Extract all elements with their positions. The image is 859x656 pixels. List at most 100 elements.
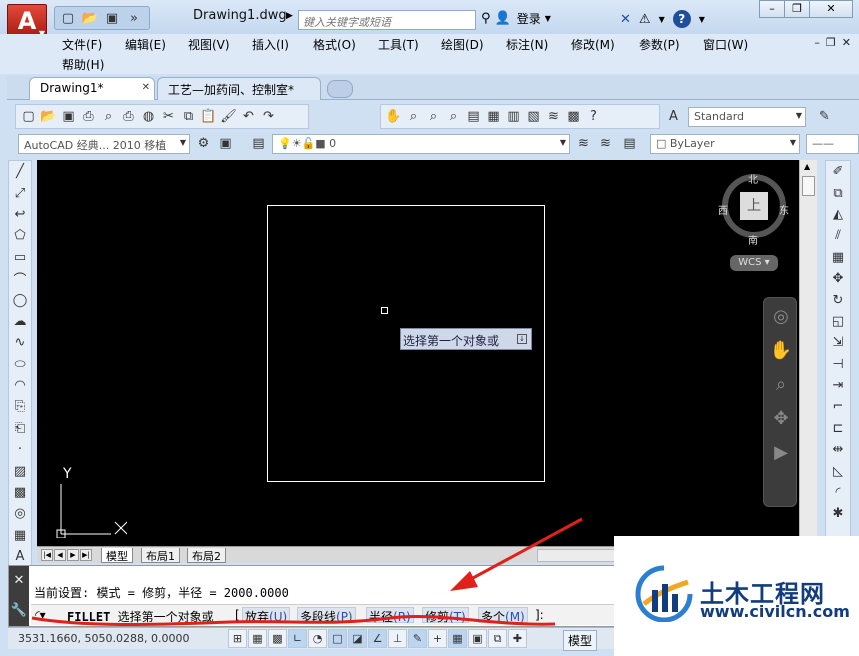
more-icon[interactable]: » [124,9,144,27]
drawing-canvas[interactable]: 选择第一个对象或 ↓ 上 北 南 西 东 WCS ▾ ◎ ✋ ⌕ ✥ ▶ Y [37,160,799,546]
lineweight-icon[interactable]: + [428,629,447,648]
open-icon[interactable]: 📂 [39,107,58,126]
command-icon[interactable]: ◜▾ [35,608,46,622]
menu-window[interactable]: 窗口(W) [703,36,748,53]
3d-osnap-icon[interactable]: ◪ [348,629,367,648]
first-layout-icon[interactable]: |◀ [41,549,53,561]
user-icon[interactable]: 👤 [495,11,511,26]
properties-icon[interactable]: ▤ [464,107,483,126]
fillet-icon[interactable]: ◜ [826,482,850,503]
join-icon[interactable]: ⇹ [826,439,850,460]
zoom-window-icon[interactable]: ⌕ [424,107,443,126]
doc-minimize-icon[interactable]: – [814,36,820,49]
3d-print-icon[interactable]: ◍ [139,107,158,126]
point-icon[interactable]: · [9,439,31,460]
steering-wheel-icon[interactable]: ◎ [766,302,796,332]
publish-icon[interactable]: ⎙ [119,107,138,126]
restore-button[interactable]: ❐ [784,0,810,18]
save-icon[interactable]: ▣ [59,107,78,126]
menu-modify[interactable]: 修改(M) [571,36,615,53]
save-icon[interactable]: ▣ [102,9,122,27]
workspace-save-icon[interactable]: ▣ [216,134,235,153]
workspace-select[interactable]: AutoCAD 经典... 2010 移植 ▼ [18,134,190,154]
infer-constraints-icon[interactable]: ⊞ [228,629,247,648]
compass-west[interactable]: 西 [718,202,728,217]
text-style-select[interactable]: Standard ▼ [688,107,806,127]
ellipse-icon[interactable]: ⬭ [9,354,31,375]
help-icon[interactable]: ? [584,107,603,126]
option-radius[interactable]: 半径(R) [366,607,414,624]
new-tab-button[interactable] [327,80,353,98]
doc-close-icon[interactable]: ✕ [842,36,851,49]
close-button[interactable]: ✕ [809,0,853,18]
otrack-icon[interactable]: ∠ [368,629,387,648]
insert-block-icon[interactable]: ⎘ [9,396,31,417]
wrench-icon[interactable]: 🔧 [9,596,29,626]
option-trim[interactable]: 修剪(T) [422,607,469,624]
close-icon[interactable]: ✕ [9,566,29,596]
polar-icon[interactable]: ◔ [308,629,327,648]
new-file-icon[interactable]: ▢ [58,9,78,27]
copy-object-icon[interactable]: ⧉ [826,182,850,203]
menu-dimension[interactable]: 标注(N) [506,36,548,53]
menu-file[interactable]: 文件(F) [62,36,102,53]
menu-tools[interactable]: 工具(T) [378,36,419,53]
extend-icon[interactable]: ⇥ [826,375,850,396]
sheet-set-icon[interactable]: ▧ [524,107,543,126]
offset-icon[interactable]: ⫽ [826,225,850,246]
hatch-icon[interactable]: ▨ [9,460,31,481]
compass-east[interactable]: 东 [779,202,789,217]
exchange-icon[interactable]: ✕ [620,12,631,27]
tool-palettes-icon[interactable]: ▥ [504,107,523,126]
minimize-button[interactable]: – [759,0,785,18]
layer-manager-icon[interactable]: ▤ [249,134,268,153]
linetype-select[interactable]: —— [806,134,859,154]
wcs-menu[interactable]: WCS ▾ [730,255,778,271]
osnap-icon[interactable]: □ [328,629,347,648]
polygon-icon[interactable]: ⬠ [9,225,31,246]
binoculars-icon[interactable]: ⚲ [481,11,491,26]
orbit-icon[interactable]: ✥ [766,404,796,434]
chevron-down-icon[interactable]: ▼ [699,15,705,24]
transparency-icon[interactable]: ▦ [448,629,467,648]
scale-icon[interactable]: ◱ [826,311,850,332]
arrow-down-icon[interactable]: ↓ [517,334,527,344]
undo-icon[interactable]: ↶ [239,107,258,126]
menu-insert[interactable]: 插入(I) [252,36,289,53]
circle-icon[interactable]: ◯ [9,289,31,310]
calculator-icon[interactable]: ▩ [564,107,583,126]
mirror-icon[interactable]: ◭ [826,204,850,225]
rotate-icon[interactable]: ↻ [826,289,850,310]
ellipse-arc-icon[interactable]: ◠ [9,375,31,396]
rectangle-icon[interactable]: ▭ [9,247,31,268]
command-input-line[interactable]: ◜▾ FILLET 选择第一个对象或 [ 放弃(U) 多段线(P) 半径(R) … [31,604,616,625]
break-icon[interactable]: ⊏ [826,418,850,439]
break-at-point-icon[interactable]: ⌐ [826,396,850,417]
zoom-icon[interactable]: ⌕ [766,370,796,400]
design-center-icon[interactable]: ▦ [484,107,503,126]
make-block-icon[interactable]: ⎗ [9,418,31,439]
make-current-layer-icon[interactable]: ≋ [574,134,593,153]
move-icon[interactable]: ✥ [826,268,850,289]
erase-icon[interactable]: ✐ [826,161,850,182]
viewcube-face[interactable]: 上 [740,192,768,220]
application-menu-button[interactable]: A ▼ [7,4,47,38]
ducs-icon[interactable]: ⊥ [388,629,407,648]
chevron-down-icon[interactable]: ▼ [659,15,665,24]
menu-format[interactable]: 格式(O) [313,36,356,53]
tab-process-drawing[interactable]: 工艺—加药间、控制室* [157,77,321,100]
spline-icon[interactable]: ∿ [9,332,31,353]
compass-north[interactable]: 北 [748,171,758,186]
preview-icon[interactable]: ⌕ [99,107,118,126]
pan-icon[interactable]: ✋ [766,336,796,366]
tab-layout2[interactable]: 布局2 [187,548,226,563]
doc-restore-icon[interactable]: ❐ [826,36,836,49]
pan-icon[interactable]: ✋ [384,107,403,126]
table-icon[interactable]: ▦ [9,525,31,546]
zoom-realtime-icon[interactable]: ⌕ [404,107,423,126]
snap-mode-icon[interactable]: ▦ [248,629,267,648]
construction-line-icon[interactable]: ⤢ [9,182,31,203]
new-icon[interactable]: ▢ [19,107,38,126]
tab-drawing1[interactable]: Drawing1* ✕ [29,77,155,100]
vertical-scrollbar[interactable]: ▲ [799,160,817,546]
